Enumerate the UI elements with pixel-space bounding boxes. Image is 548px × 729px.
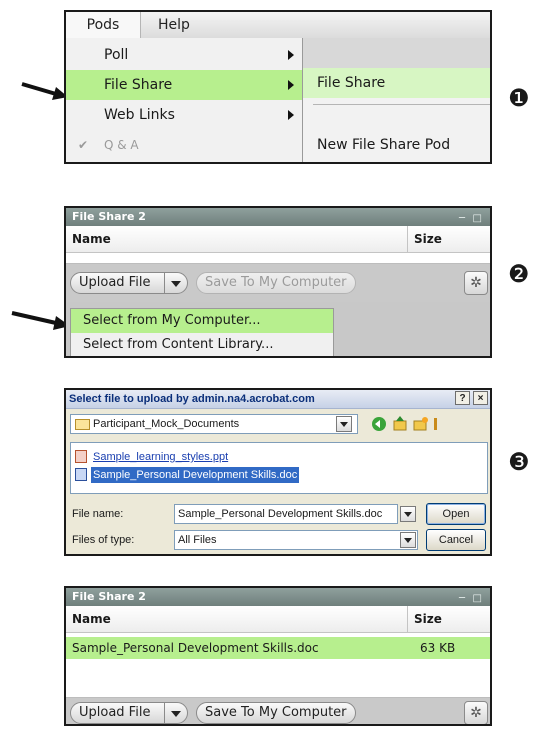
gear-icon[interactable]: ✲ [464, 271, 488, 295]
file-type-select[interactable]: All Files [174, 530, 418, 550]
cancel-button[interactable]: Cancel [426, 529, 486, 551]
upload-menu-item-content-library[interactable]: Select from Content Library... [71, 333, 333, 356]
dropdown-arrow-icon[interactable] [164, 273, 187, 293]
submenu-header [303, 38, 490, 68]
step-marker-2: ❷ [508, 260, 530, 288]
dialog-title: Select file to upload by admin.na4.acrob… [69, 393, 315, 405]
upload-file-label: Upload File [79, 275, 151, 290]
up-folder-icon[interactable] [393, 416, 407, 431]
column-size[interactable]: Size [414, 606, 442, 632]
pod-title-bar: File Share 2 ─ □ [66, 208, 490, 226]
menu-item-label: Web Links [104, 107, 175, 123]
powerpoint-file-icon [75, 450, 87, 463]
menu-item-web-links[interactable]: Web Links [66, 100, 302, 130]
file-list: Sample_Personal Development Skills.doc 6… [66, 633, 490, 698]
gear-icon[interactable]: ✲ [464, 701, 488, 724]
pods-dropdown: Poll File Share Web Links ✔ Q & A [66, 38, 303, 162]
file-type-dropdown-icon[interactable] [400, 532, 416, 548]
open-button[interactable]: Open [426, 503, 486, 525]
back-icon[interactable] [372, 417, 386, 431]
word-file-icon [75, 468, 87, 481]
new-folder-icon[interactable] [413, 417, 428, 431]
upload-file-button[interactable]: Upload File [70, 272, 188, 294]
file-name-input[interactable]: Sample_Personal Development Skills.doc [174, 504, 398, 524]
upload-menu-label: Select from My Computer... [83, 313, 261, 328]
submenu-item-file-share[interactable]: File Share [303, 68, 490, 98]
column-divider [407, 606, 408, 632]
menu-item-label: Poll [104, 47, 129, 63]
menu-item-poll[interactable]: Poll [66, 40, 302, 70]
file-item-label: Sample_Personal Development Skills.doc [91, 467, 300, 483]
arrow-pointer-2 [11, 311, 70, 330]
file-upload-dialog: Select file to upload by admin.na4.acrob… [64, 388, 492, 556]
pod-toolbar: Upload File Save To My Computer ✲ [66, 698, 490, 724]
save-to-my-computer-button[interactable]: Save To My Computer [196, 702, 356, 724]
file-browser-list: Sample_learning_styles.ppt Sample_Person… [70, 442, 488, 494]
file-item-label: Sample_learning_styles.ppt [93, 451, 229, 463]
file-name-cell: Sample_Personal Development Skills.doc [72, 641, 319, 655]
save-to-my-computer-button[interactable]: Save To My Computer [196, 272, 356, 294]
upload-menu-label: Select from Content Library... [83, 337, 274, 352]
file-share-submenu: File Share New File Share Pod [303, 38, 490, 162]
file-name-label: File name: [72, 508, 124, 520]
step-marker-3: ❸ [508, 448, 530, 476]
menu-bar: Pods Help [66, 12, 490, 39]
checkmark-icon: ✔ [78, 138, 89, 152]
menu-separator [313, 104, 490, 105]
upload-menu-item-my-computer[interactable]: Select from My Computer... [71, 309, 333, 333]
look-in-dropdown-icon[interactable] [336, 416, 352, 432]
file-type-label: Files of type: [72, 534, 135, 546]
submenu-arrow-icon [288, 80, 294, 90]
arrow-pointer-1 [21, 82, 68, 100]
help-button[interactable]: ? [455, 391, 470, 405]
submenu-item-new-file-share-pod[interactable]: New File Share Pod [303, 130, 490, 160]
file-share-pod-upload: File Share 2 ─ □ Name Size Upload File S… [64, 206, 492, 358]
pod-toolbar: Upload File Save To My Computer ✲ [66, 264, 490, 302]
column-divider [407, 226, 408, 252]
step-marker-1: ❶ [508, 84, 530, 112]
dialog-toolbar [372, 416, 437, 431]
upload-file-label: Upload File [79, 705, 151, 720]
file-share-pod-result: File Share 2 ─ □ Name Size Sample_Person… [64, 586, 492, 726]
close-button[interactable]: × [473, 391, 488, 405]
submenu-item-label: File Share [317, 75, 386, 91]
file-size-cell: 63 KB [420, 641, 456, 655]
file-list [66, 253, 490, 264]
file-name-dropdown-icon[interactable] [400, 506, 416, 522]
file-list-header: Name Size [66, 606, 490, 633]
dropdown-arrow-icon[interactable] [164, 703, 187, 723]
look-in-value: Participant_Mock_Documents [93, 418, 240, 430]
upload-file-button[interactable]: Upload File [70, 702, 188, 724]
column-name[interactable]: Name [72, 226, 111, 252]
submenu-arrow-icon [288, 50, 294, 60]
submenu-arrow-icon [288, 110, 294, 120]
menu-item-label: File Share [104, 77, 173, 93]
pods-menu-panel: Pods Help Poll File Share Web Links ✔ Q … [64, 10, 492, 164]
upload-menu: Select from My Computer... Select from C… [70, 308, 334, 356]
pod-title: File Share 2 [72, 210, 146, 223]
folder-icon [75, 419, 90, 430]
menu-item-file-share[interactable]: File Share [66, 70, 302, 100]
menu-pods[interactable]: Pods [66, 12, 141, 38]
submenu-item-label: New File Share Pod [317, 137, 451, 153]
column-size[interactable]: Size [414, 226, 442, 252]
column-name[interactable]: Name [72, 606, 111, 632]
pod-title-bar: File Share 2 ─ □ [66, 588, 490, 606]
view-menu-icon[interactable] [434, 418, 437, 430]
table-row[interactable]: Sample_Personal Development Skills.doc 6… [66, 637, 490, 659]
dialog-title-bar: Select file to upload by admin.na4.acrob… [66, 390, 490, 409]
pod-title: File Share 2 [72, 590, 146, 603]
file-list-header: Name Size [66, 226, 490, 253]
look-in-select[interactable]: Participant_Mock_Documents [70, 414, 358, 434]
menu-help[interactable]: Help [158, 12, 190, 38]
menu-item-qa[interactable]: ✔ Q & A [66, 130, 302, 160]
menu-item-label: Q & A [104, 138, 139, 152]
